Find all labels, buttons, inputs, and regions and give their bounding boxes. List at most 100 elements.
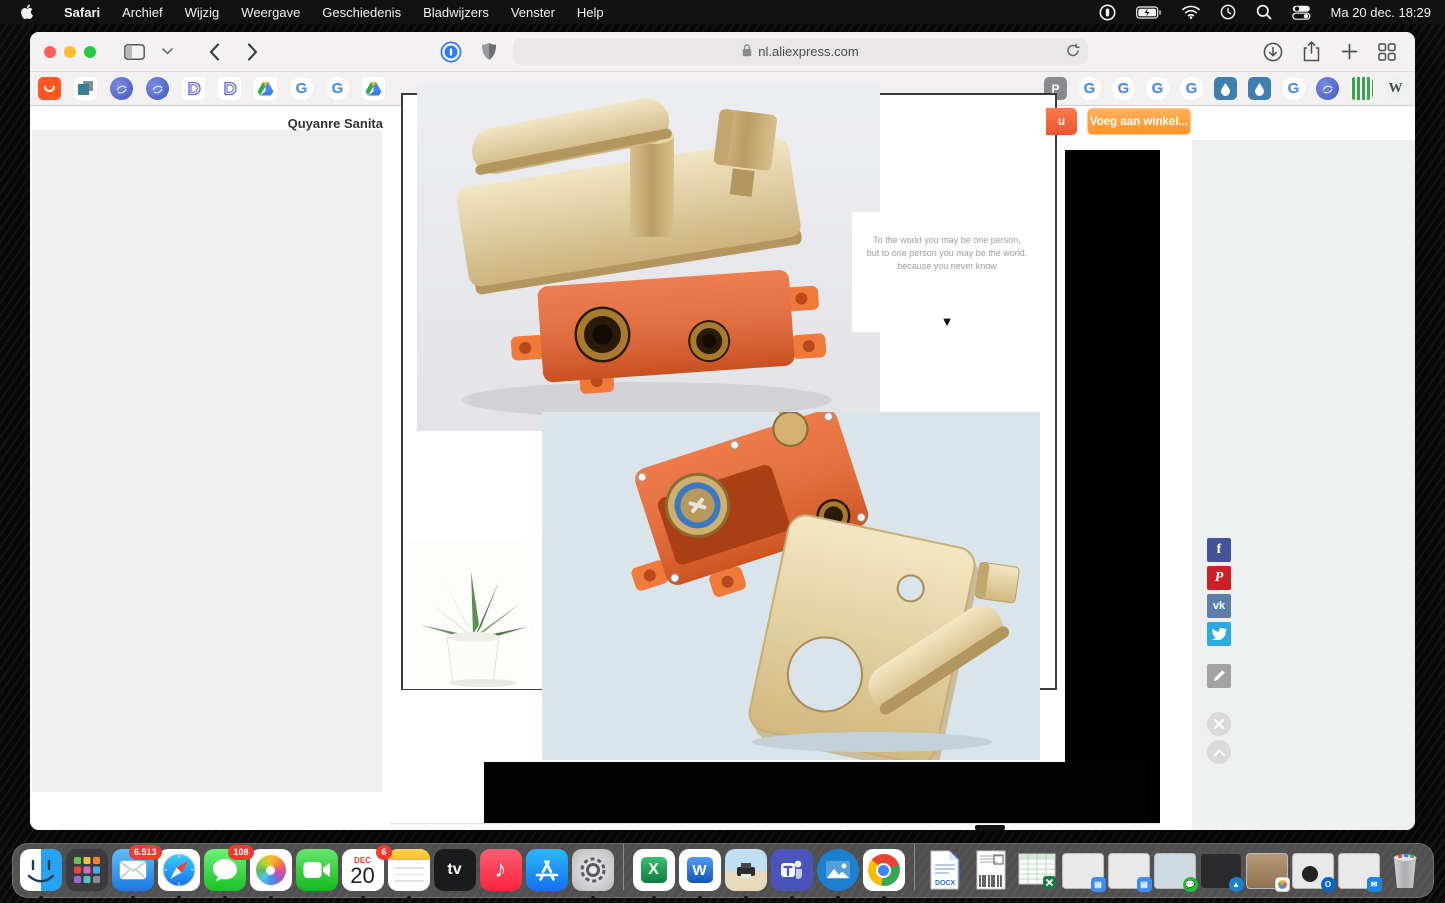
shield-extension-icon[interactable] bbox=[475, 39, 503, 65]
dock-photo-printer[interactable] bbox=[725, 849, 767, 891]
chevron-down-icon[interactable] bbox=[158, 39, 176, 65]
forward-icon[interactable] bbox=[238, 39, 266, 65]
menu-safari[interactable]: Safari bbox=[53, 5, 111, 20]
dock-calendar[interactable]: DEC206 bbox=[342, 849, 384, 891]
menu-wijzig[interactable]: Wijzig bbox=[174, 5, 231, 20]
page-left-panel bbox=[32, 130, 382, 792]
wifi-icon[interactable] bbox=[1182, 5, 1200, 19]
dock-word[interactable]: W bbox=[679, 849, 721, 891]
menu-venster[interactable]: Venster bbox=[500, 5, 566, 20]
favicon-aliexpress[interactable] bbox=[38, 77, 61, 100]
dock-window-preview-1[interactable]: ▤ bbox=[1062, 849, 1104, 889]
sidebar-icon[interactable] bbox=[120, 39, 148, 65]
favicon-d-outline-2[interactable] bbox=[218, 77, 241, 100]
1password-extension-icon[interactable] bbox=[437, 39, 465, 65]
dock-window-outlook[interactable]: O bbox=[1292, 849, 1334, 889]
dock-notes[interactable] bbox=[388, 849, 430, 891]
dock-chrome[interactable] bbox=[863, 849, 905, 891]
favicon-google-3[interactable]: G bbox=[1078, 77, 1101, 100]
favicon-google-1[interactable]: G bbox=[290, 77, 313, 100]
close-window-button[interactable] bbox=[44, 46, 56, 58]
favicon-google-7[interactable]: G bbox=[1282, 77, 1305, 100]
dock-window-photo-dark[interactable]: ▲ bbox=[1200, 849, 1242, 889]
dock-window-mail[interactable]: ✉ bbox=[1338, 849, 1380, 889]
menu-archief[interactable]: Archief bbox=[111, 5, 173, 20]
calendar-badge: 6 bbox=[376, 845, 391, 860]
dock-mail[interactable]: 6.513 bbox=[112, 849, 154, 891]
1password-menu-icon[interactable] bbox=[1099, 4, 1116, 21]
buy-now-button[interactable]: u bbox=[1046, 108, 1077, 135]
tv-label: tv bbox=[447, 861, 461, 879]
dock-system-preferences[interactable] bbox=[572, 849, 614, 891]
favicon-google-4[interactable]: G bbox=[1112, 77, 1135, 100]
dock-photo-viewer[interactable] bbox=[817, 849, 859, 891]
favicon-blue-circle-2[interactable] bbox=[146, 77, 169, 100]
new-tab-icon[interactable] bbox=[1335, 39, 1363, 65]
dock-photos[interactable] bbox=[250, 849, 292, 891]
menu-bladwijzers[interactable]: Bladwijzers bbox=[412, 5, 500, 20]
favicon-google-6[interactable]: G bbox=[1180, 77, 1203, 100]
address-bar[interactable]: nl.aliexpress.com bbox=[513, 38, 1088, 65]
dock-document-shipping-label[interactable] bbox=[970, 849, 1012, 891]
favicon-google-5[interactable]: G bbox=[1146, 77, 1169, 100]
dock-finder[interactable] bbox=[20, 849, 62, 891]
favicon-d-outline-1[interactable] bbox=[182, 77, 205, 100]
dock-safari[interactable] bbox=[158, 849, 200, 891]
product-photo-valve-parts bbox=[542, 412, 1040, 760]
zoom-window-button[interactable] bbox=[84, 46, 96, 58]
favicon-water-drop-1[interactable] bbox=[1214, 77, 1237, 100]
edit-share-button[interactable] bbox=[1207, 664, 1231, 688]
dock-music[interactable]: ♪ bbox=[480, 849, 522, 891]
store-name[interactable]: Quyanre Sanita bbox=[190, 116, 383, 131]
minimize-window-button[interactable] bbox=[64, 46, 76, 58]
facebook-share-button[interactable]: f bbox=[1207, 538, 1231, 562]
spotlight-icon[interactable] bbox=[1256, 4, 1272, 20]
menu-weergave[interactable]: Weergave bbox=[230, 5, 311, 20]
tab-overview-icon[interactable] bbox=[1373, 39, 1401, 65]
dock-apple-tv[interactable]: tv bbox=[434, 849, 476, 891]
twitter-share-button[interactable] bbox=[1207, 622, 1231, 646]
dock-facetime[interactable] bbox=[296, 849, 338, 891]
share-icon[interactable] bbox=[1297, 39, 1325, 65]
favicon-wordpress[interactable]: W bbox=[1384, 77, 1407, 100]
favicon-blue-circle-1[interactable] bbox=[110, 77, 133, 100]
download-icon[interactable] bbox=[1259, 39, 1287, 65]
dock-document-docx[interactable]: DOCX bbox=[924, 849, 966, 891]
product-photo-plant bbox=[403, 541, 542, 689]
time-machine-icon[interactable] bbox=[1220, 4, 1236, 20]
favicon-google-drive[interactable] bbox=[254, 77, 277, 100]
scroll-top-button[interactable] bbox=[1207, 740, 1231, 764]
menu-clock[interactable]: Ma 20 dec. 18:29 bbox=[1331, 5, 1431, 20]
dock-app-store[interactable] bbox=[526, 849, 568, 891]
back-icon[interactable] bbox=[200, 39, 228, 65]
horizontal-scrollbar[interactable] bbox=[390, 823, 1160, 830]
dock-window-messages[interactable]: 💬 bbox=[1154, 849, 1196, 889]
menu-help[interactable]: Help bbox=[566, 5, 615, 20]
favicon-google-2[interactable]: G bbox=[326, 77, 349, 100]
dock-document-spreadsheet[interactable] bbox=[1016, 849, 1058, 891]
favicon-windows-squares[interactable] bbox=[74, 77, 97, 100]
dock-teams[interactable] bbox=[771, 849, 813, 891]
scrollbar-thumb[interactable] bbox=[975, 825, 1005, 830]
dock-window-preview-2[interactable]: ▤ bbox=[1108, 849, 1150, 889]
browser-toolbar: nl.aliexpress.com bbox=[30, 32, 1415, 72]
menu-geschiedenis[interactable]: Geschiedenis bbox=[311, 5, 412, 20]
dock-excel[interactable]: X bbox=[633, 849, 675, 891]
add-to-cart-button[interactable]: Voeg aan winkel... bbox=[1087, 108, 1191, 135]
pinterest-share-button[interactable]: P bbox=[1207, 566, 1231, 590]
control-center-icon[interactable] bbox=[1292, 5, 1311, 20]
battery-charging-icon[interactable] bbox=[1136, 6, 1162, 19]
web-page-content: Quyanre Sanita u Voeg aan winkel... bbox=[30, 106, 1415, 830]
dock-trash[interactable] bbox=[1384, 849, 1426, 891]
favicon-water-drop-2[interactable] bbox=[1248, 77, 1271, 100]
favicon-green-barcode[interactable] bbox=[1350, 77, 1373, 100]
dock-messages[interactable]: 108 bbox=[204, 849, 246, 891]
dock-launchpad[interactable] bbox=[66, 849, 108, 891]
favicon-google-drive-2[interactable] bbox=[362, 77, 385, 100]
close-share-button[interactable] bbox=[1207, 712, 1231, 736]
apple-menu-icon[interactable] bbox=[20, 4, 35, 21]
vk-share-button[interactable]: vk bbox=[1207, 594, 1231, 618]
dock-window-photos[interactable] bbox=[1246, 849, 1288, 889]
reload-icon[interactable] bbox=[1066, 43, 1080, 61]
favicon-blue-circle-3[interactable] bbox=[1316, 77, 1339, 100]
